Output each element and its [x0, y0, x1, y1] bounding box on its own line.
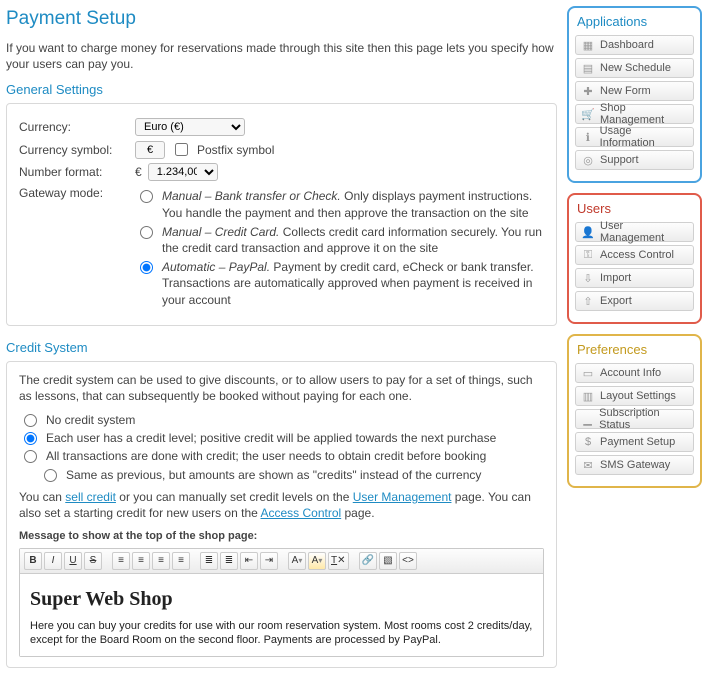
sidebar-item-user-management[interactable]: 👤User Management	[575, 222, 694, 242]
outdent-button[interactable]: ⇤	[240, 552, 258, 570]
underline-button[interactable]: U	[64, 552, 82, 570]
gateway-mode-radio-paypal[interactable]	[140, 261, 153, 274]
gateway-mode-label: Gateway mode:	[19, 185, 129, 201]
source-button[interactable]: <>	[399, 552, 417, 570]
card-icon: ▭	[582, 367, 594, 379]
sell-credit-link[interactable]: sell credit	[65, 490, 116, 504]
page-intro: If you want to charge money for reservat…	[6, 40, 557, 72]
credit-note: You can sell credit or you can manually …	[19, 489, 544, 521]
sidebar-item-account-info[interactable]: ▭Account Info	[575, 363, 694, 383]
postfix-symbol-label: Postfix symbol	[197, 142, 274, 158]
sidebar-preferences: Preferences ▭Account Info ▥Layout Settin…	[567, 334, 702, 488]
editor-paragraph: Here you can buy your credits for use wi…	[30, 619, 533, 648]
sidebar-item-new-form[interactable]: ✚New Form	[575, 81, 694, 101]
main-column: Payment Setup If you want to charge mone…	[6, 6, 557, 682]
sidebar-item-sms-gateway[interactable]: ✉SMS Gateway	[575, 455, 694, 475]
general-settings-heading: General Settings	[6, 82, 557, 97]
sidebar-item-export[interactable]: ⇧Export	[575, 291, 694, 311]
sidebar-item-dashboard[interactable]: ▦Dashboard	[575, 35, 694, 55]
align-justify-button[interactable]: ≡	[172, 552, 190, 570]
credit-intro: The credit system can be used to give di…	[19, 372, 544, 404]
sidebar-applications: Applications ▦Dashboard ▤New Schedule ✚N…	[567, 6, 702, 183]
text-color-button[interactable]: A▾	[288, 552, 306, 570]
credit-option-all[interactable]	[24, 450, 37, 463]
sidebar-item-shop-management[interactable]: 🛒Shop Management	[575, 104, 694, 124]
cart-icon: 🛒	[582, 108, 594, 120]
gateway-mode-title-0: Manual – Bank transfer or Check.	[162, 189, 341, 203]
italic-button[interactable]: I	[44, 552, 62, 570]
key-icon: ⚿	[582, 249, 594, 261]
page-title: Payment Setup	[6, 8, 557, 30]
layout-icon: ▥	[582, 390, 594, 402]
chat-icon: ✉	[582, 459, 594, 471]
currency-symbol-input[interactable]	[135, 141, 165, 159]
import-icon: ⇩	[582, 272, 594, 284]
sidebar-item-support[interactable]: ◎Support	[575, 150, 694, 170]
calendar-icon: ▤	[582, 62, 594, 74]
editor-content[interactable]: Super Web Shop Here you can buy your cre…	[20, 574, 543, 656]
sidebar-item-import[interactable]: ⇩Import	[575, 268, 694, 288]
gateway-mode-title-1: Manual – Credit Card.	[162, 225, 279, 239]
sidebar-item-new-schedule[interactable]: ▤New Schedule	[575, 58, 694, 78]
credit-option-none[interactable]	[24, 414, 37, 427]
sidebar-users: Users 👤User Management ⚿Access Control ⇩…	[567, 193, 702, 324]
sidebar-applications-title: Applications	[577, 14, 694, 29]
gateway-mode-radio-manual-cc[interactable]	[140, 226, 153, 239]
gateway-mode-options: Manual – Bank transfer or Check. Only di…	[135, 185, 544, 310]
general-settings-panel: Currency: Euro (€) Currency symbol: Post…	[6, 103, 557, 325]
credit-system-heading: Credit System	[6, 340, 557, 355]
credit-option-credits-label[interactable]	[44, 469, 57, 482]
clear-format-button[interactable]: T✕	[328, 552, 349, 570]
list-ol-button[interactable]: ≣	[220, 552, 238, 570]
rich-text-editor: B I U S ≡ ≡ ≡ ≡ ≣ ≣ ⇤ ⇥ A▾ A▾	[19, 548, 544, 657]
life-ring-icon: ◎	[582, 154, 594, 166]
link-button[interactable]: 🔗	[359, 552, 377, 570]
currency-label: Currency:	[19, 119, 129, 135]
currency-select[interactable]: Euro (€)	[135, 118, 245, 136]
sidebar-users-title: Users	[577, 201, 694, 216]
user-management-link[interactable]: User Management	[353, 490, 452, 504]
export-icon: ⇧	[582, 295, 594, 307]
editor-toolbar: B I U S ≡ ≡ ≡ ≡ ≣ ≣ ⇤ ⇥ A▾ A▾	[20, 549, 543, 574]
credit-option-label-3: Same as previous, but amounts are shown …	[66, 467, 481, 483]
indent-button[interactable]: ⇥	[260, 552, 278, 570]
number-format-label: Number format:	[19, 164, 129, 180]
postfix-symbol-checkbox[interactable]	[175, 143, 188, 156]
bg-color-button[interactable]: A▾	[308, 552, 326, 570]
sidebar-preferences-title: Preferences	[577, 342, 694, 357]
image-button[interactable]: ▧	[379, 552, 397, 570]
credit-option-label-0: No credit system	[46, 412, 135, 428]
plus-icon: ✚	[582, 85, 594, 97]
sidebar-item-subscription-status[interactable]: ▁Subscription Status	[575, 409, 694, 429]
align-right-button[interactable]: ≡	[152, 552, 170, 570]
shop-message-label: Message to show at the top of the shop p…	[19, 529, 544, 544]
money-icon: $	[582, 436, 594, 448]
credit-option-label-2: All transactions are done with credit; t…	[46, 448, 486, 464]
grid-icon: ▦	[582, 39, 594, 51]
currency-symbol-label: Currency symbol:	[19, 142, 129, 158]
editor-heading: Super Web Shop	[30, 586, 533, 613]
number-format-select[interactable]: 1.234,00	[148, 163, 218, 181]
sidebar-item-payment-setup[interactable]: $Payment Setup	[575, 432, 694, 452]
person-icon: 👤	[582, 226, 594, 238]
align-left-button[interactable]: ≡	[112, 552, 130, 570]
strike-button[interactable]: S	[84, 552, 102, 570]
bold-button[interactable]: B	[24, 552, 42, 570]
gateway-mode-radio-manual-bank[interactable]	[140, 190, 153, 203]
access-control-link[interactable]: Access Control	[260, 506, 341, 520]
align-center-button[interactable]: ≡	[132, 552, 150, 570]
list-ul-button[interactable]: ≣	[200, 552, 218, 570]
sidebar-item-access-control[interactable]: ⚿Access Control	[575, 245, 694, 265]
credit-option-label-1: Each user has a credit level; positive c…	[46, 430, 496, 446]
info-icon: ℹ	[582, 131, 594, 143]
sidebar-item-layout-settings[interactable]: ▥Layout Settings	[575, 386, 694, 406]
number-format-prefix: €	[135, 164, 142, 180]
sidebar-item-usage-information[interactable]: ℹUsage Information	[575, 127, 694, 147]
credit-options: No credit system Each user has a credit …	[19, 412, 544, 483]
signal-icon: ▁	[582, 413, 593, 425]
sidebar: Applications ▦Dashboard ▤New Schedule ✚N…	[567, 6, 702, 682]
credit-option-level[interactable]	[24, 432, 37, 445]
gateway-mode-title-2: Automatic – PayPal.	[162, 260, 270, 274]
credit-system-panel: The credit system can be used to give di…	[6, 361, 557, 668]
